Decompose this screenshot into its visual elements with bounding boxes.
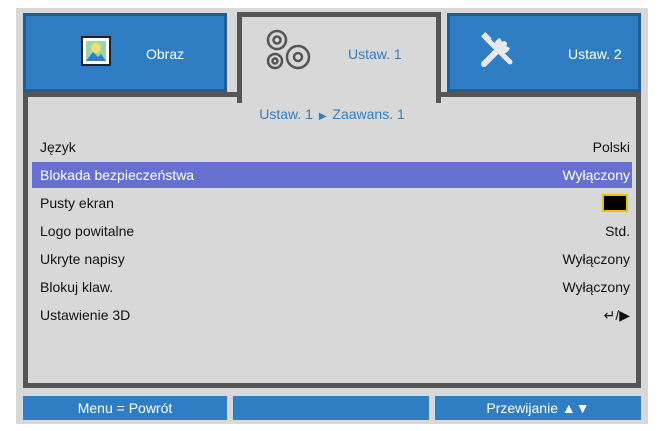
tab-ustaw2-label: Ustaw. 2: [568, 46, 622, 62]
menu-item-value: Wyłączony: [562, 251, 630, 267]
tab-ustaw1-label: Ustaw. 1: [348, 46, 402, 62]
breadcrumb: Ustaw. 1 ▶ Zaawans. 1: [28, 106, 636, 122]
footer-scroll: Przewijanie ▲▼: [435, 396, 641, 420]
tab-ustaw2[interactable]: Ustaw. 2: [447, 13, 641, 92]
tools-icon: [481, 32, 513, 67]
picture-icon: [81, 36, 111, 66]
breadcrumb-part1: Ustaw. 1: [259, 106, 313, 122]
menu-item-name: Ustawienie 3D: [40, 307, 131, 323]
breadcrumb-part2: Zaawans. 1: [332, 106, 405, 122]
gears-icon: [266, 29, 311, 70]
menu-item-name: Pusty ekran: [40, 195, 114, 211]
menu-item-name: Blokuj klaw.: [40, 279, 114, 295]
breadcrumb-arrow-icon: ▶: [318, 111, 327, 122]
menu-item-name: Ukryte napisy: [40, 251, 125, 267]
menu-item-ukryte-napisy[interactable]: Ukryte napisy Wyłączony: [32, 246, 632, 272]
tab-obraz-label: Obraz: [146, 46, 185, 62]
tab-obraz[interactable]: Obraz: [23, 13, 227, 92]
enter-submenu-icon: ↵/▶: [603, 307, 630, 323]
menu-item-pusty-ekran[interactable]: Pusty ekran: [32, 190, 632, 216]
menu-item-value: Std.: [605, 223, 630, 239]
menu-item-blokada-bezpieczenstwa[interactable]: Blokada bezpieczeństwa Wyłączony: [32, 162, 632, 188]
menu-item-ustawienie-3d[interactable]: Ustawienie 3D ↵/▶: [32, 302, 632, 328]
blank-screen-color-swatch: [602, 194, 628, 212]
osd-menu: Obraz Ustaw. 1 Ustaw. 2 Ustaw. 1 ▶ Zaawa…: [16, 8, 648, 424]
settings-panel: Ustaw. 1 ▶ Zaawans. 1 Język Polski Bloka…: [23, 92, 641, 388]
menu-item-name: Blokada bezpieczeństwa: [40, 167, 195, 183]
tab-ustaw1[interactable]: Ustaw. 1: [237, 12, 441, 103]
footer-middle: [233, 396, 429, 420]
footer-menu-back: Menu = Powrót: [23, 396, 227, 420]
menu-item-jezyk[interactable]: Język Polski: [32, 134, 632, 160]
menu-item-value: Polski: [592, 139, 630, 155]
menu-item-name: Logo powitalne: [40, 223, 135, 239]
menu-item-logo-powitalne[interactable]: Logo powitalne Std.: [32, 218, 632, 244]
menu-item-name: Język: [40, 139, 76, 155]
menu-item-value: Wyłączony: [562, 279, 630, 295]
menu-item-blokuj-klaw[interactable]: Blokuj klaw. Wyłączony: [32, 274, 632, 300]
menu-item-value: Wyłączony: [562, 167, 630, 183]
